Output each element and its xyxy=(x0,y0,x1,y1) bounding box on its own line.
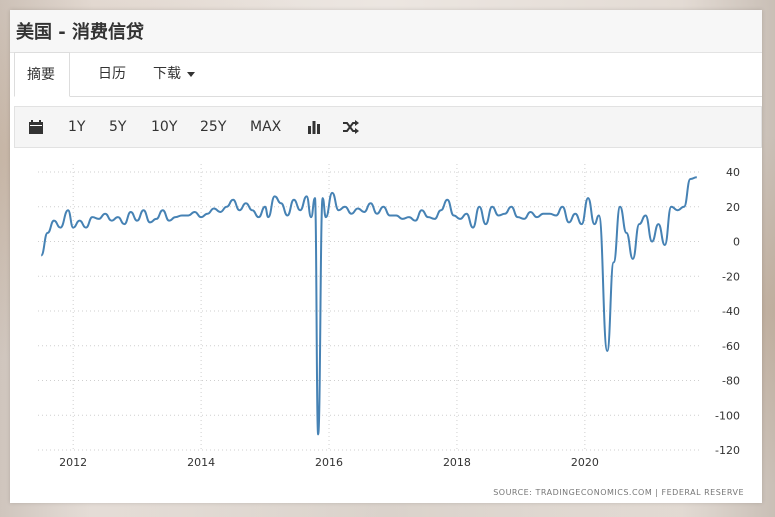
tab-summary-label: 摘要 xyxy=(27,67,55,83)
tab-calendar[interactable]: 日历 xyxy=(86,52,138,96)
shuffle-button[interactable] xyxy=(343,107,359,147)
x-tick-label: 2020 xyxy=(571,456,599,469)
calendar-button[interactable] xyxy=(29,107,43,147)
line-chart: 40 20 0 -20 -40 -60 -80 -100 -120 2012 2014 2016 201… xyxy=(38,164,740,469)
tab-download-label: 下载 xyxy=(153,66,181,82)
range-max-button[interactable]: MAX xyxy=(250,107,281,147)
chart-area: 40 20 0 -20 -40 -60 -80 -100 -120 2012 2014 2016 201… xyxy=(10,150,762,503)
series-line xyxy=(40,176,697,436)
x-tick-label: 2016 xyxy=(315,456,343,469)
chart-toolbar: 1Y 5Y 10Y 25Y MAX xyxy=(14,106,762,148)
y-tick-label: -20 xyxy=(722,270,740,283)
y-tick-label: -120 xyxy=(715,444,740,457)
calendar-icon xyxy=(29,120,43,134)
x-tick-label: 2012 xyxy=(59,456,87,469)
page-title: 美国 - 消费信贷 xyxy=(16,22,145,43)
y-tick-label: -60 xyxy=(722,340,740,353)
y-tick-label: -80 xyxy=(722,375,740,388)
y-tick-label: 0 xyxy=(733,236,740,249)
y-tick-label: 40 xyxy=(726,166,740,179)
range-25y-button[interactable]: 25Y xyxy=(200,107,226,147)
tab-summary[interactable]: 摘要 xyxy=(14,52,70,97)
bar-chart-button[interactable] xyxy=(307,107,321,147)
tab-calendar-label: 日历 xyxy=(98,66,126,82)
chart-card: 美国 - 消费信贷 摘要 日历 下载 1Y 5Y 10Y 25Y MAX 40 … xyxy=(10,10,762,503)
y-tick-label: -40 xyxy=(722,305,740,318)
tab-bar: 摘要 日历 下载 xyxy=(14,52,762,97)
tab-download[interactable]: 下载 xyxy=(141,52,207,96)
x-tick-label: 2014 xyxy=(187,456,215,469)
range-1y-button[interactable]: 1Y xyxy=(68,107,85,147)
range-10y-button[interactable]: 10Y xyxy=(151,107,177,147)
x-tick-label: 2018 xyxy=(443,456,471,469)
source-note: SOURCE: TRADINGECONOMICS.COM | FEDERAL R… xyxy=(493,488,744,497)
bar-chart-icon xyxy=(308,121,320,134)
y-tick-label: -100 xyxy=(715,409,740,422)
caret-down-icon xyxy=(187,71,195,77)
y-tick-label: 20 xyxy=(726,201,740,214)
shuffle-icon xyxy=(343,120,359,134)
title-bar: 美国 - 消费信贷 xyxy=(10,10,762,53)
range-5y-button[interactable]: 5Y xyxy=(109,107,126,147)
